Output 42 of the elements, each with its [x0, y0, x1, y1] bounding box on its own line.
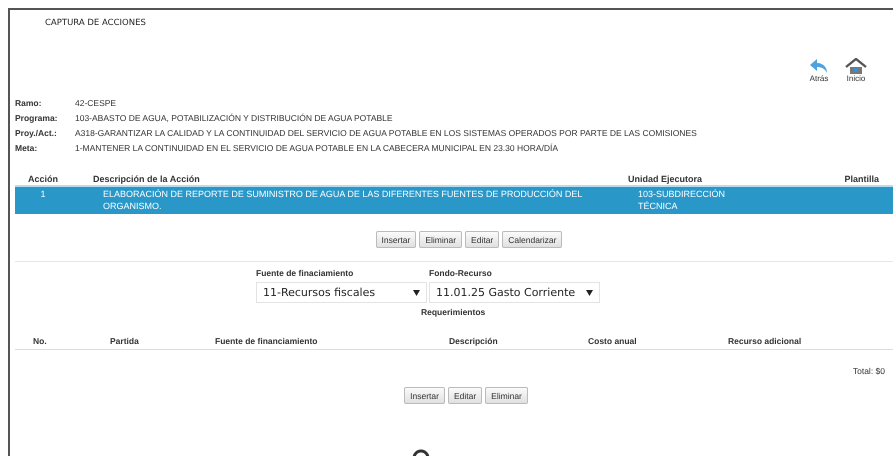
field-label: Ramo: [15, 98, 42, 108]
column-header: Recurso adicional [728, 336, 802, 346]
table-cell-text: 1 [39, 188, 46, 201]
column-header: Unidad Ejecutora [628, 174, 704, 185]
nav-button[interactable]: Atrás [809, 58, 829, 88]
field-label: Meta: [15, 143, 38, 153]
loading-icon [411, 448, 431, 456]
total-text: Total: $0 [852, 366, 885, 376]
dropdown[interactable]: 11.01.25 Gasto Corriente [429, 282, 600, 303]
page-title: CAPTURA DE ACCIONES [44, 17, 147, 30]
column-header: Descripción [449, 336, 499, 346]
caret-icon [586, 290, 593, 296]
requirement-button[interactable]: Eliminar [485, 387, 528, 404]
requirement-button[interactable]: Insertar [404, 387, 445, 404]
field-value: 1-MANTENER LA CONTINUIDAD EN EL SERVICIO DE AGUA POTABLE EN LA CABECERA MUNICIPAL EN 23.30 HORA/DÍA [75, 143, 560, 153]
action-button[interactable]: Calendarizar [502, 231, 562, 248]
field-value: A318-GARANTIZAR LA CALIDAD Y LA CONTINUIDAD DEL SERVICIO DE AGUA POTABLE EN LOS SISTEMAS OPERADOS POR PARTE DE LAS COMISIONES [75, 128, 698, 138]
dropdown[interactable]: 11-Recursos fiscales [256, 282, 427, 303]
requirement-button[interactable]: Editar [448, 387, 482, 404]
column-header: Partida [110, 336, 140, 346]
column-header: Plantilla [843, 174, 880, 185]
filter-label: Fuente de finaciamiento [256, 268, 354, 278]
field-value: 103-ABASTO DE AGUA, POTABILIZACIÓN Y DISTRIBUCIÓN DE AGUA POTABLE [75, 113, 394, 123]
column-header: No. [32, 336, 48, 346]
back-arrow-icon [809, 58, 829, 74]
filter-label: Fondo-Recurso [429, 268, 493, 278]
action-button[interactable]: Editar [465, 231, 500, 248]
column-header: Costo anual [588, 336, 638, 346]
action-button[interactable]: Eliminar [419, 231, 462, 248]
column-header: Descripción de la Acción [92, 174, 201, 185]
home-icon [845, 58, 867, 74]
section-title: Requerimientos [420, 306, 486, 317]
nav-button[interactable]: Inicio [845, 58, 867, 88]
field-value: 42-CESPE [75, 98, 118, 108]
table-cell-text: ELABORACIÓN DE REPORTE DE SUMINISTRO DE AGUA DE LAS DIFERENTES FUENTES DE PRODUCCIÓN DEL ORGANISMO. [102, 188, 584, 212]
column-header: Acción [26, 174, 59, 185]
field-label: Proy./Act.: [15, 128, 58, 138]
action-button[interactable]: Insertar [376, 231, 416, 248]
column-header: Fuente de financiamiento [215, 336, 318, 346]
caret-icon [413, 290, 420, 296]
table-cell-text: 103-SUBDIRECCIÓN TÉCNICA [637, 188, 726, 212]
field-label: Programa: [15, 113, 59, 123]
